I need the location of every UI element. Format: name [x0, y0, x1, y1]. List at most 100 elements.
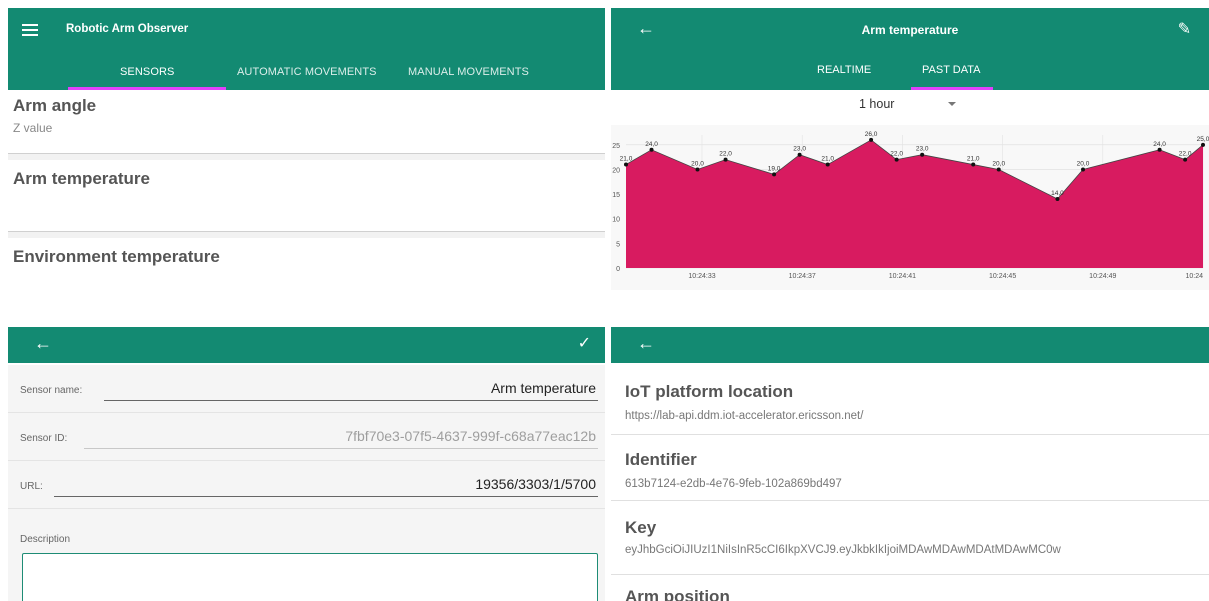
- caret-down-icon[interactable]: [948, 102, 956, 106]
- temperature-chart: 0 5 10 15 20 25 10:24:33 10:24:37 10:24:41 10:24:…: [611, 125, 1209, 290]
- x-tick-label: 10:24:37: [789, 273, 816, 280]
- sensor-name: Environment temperature: [13, 247, 220, 266]
- data-point: [723, 157, 728, 162]
- data-label: 23,0: [793, 146, 806, 153]
- setting-value: eyJhbGciOiJIUzI1NiIsInR5cCI6IkpXVCJ9.eyJ…: [625, 544, 1061, 556]
- data-point: [1081, 167, 1086, 172]
- form-row-url: URL: 19356/3303/1/5700: [8, 461, 605, 509]
- data-label: 20,0: [691, 160, 704, 167]
- data-label: 20,0: [1077, 160, 1090, 167]
- page-title: Arm temperature: [861, 23, 959, 37]
- data-point: [996, 167, 1001, 172]
- settings-screen: ← IoT platform location https://lab-api.…: [611, 327, 1209, 601]
- sensor-name-field[interactable]: Arm temperature: [104, 377, 598, 401]
- field-label: Sensor ID:: [20, 433, 68, 444]
- x-tick-label: 10:24:45: [989, 273, 1016, 280]
- app-bar: Robotic Arm Observer SENSORS AUTOMATIC M…: [8, 8, 605, 90]
- tab-past-data[interactable]: PAST DATA: [922, 64, 980, 76]
- edit-sensor-screen: ← ✓ Sensor name: Arm temperature Sensor …: [0, 327, 605, 601]
- data-label: 26,0: [865, 131, 878, 138]
- app-bar: ←: [611, 327, 1209, 363]
- y-tick-label: 25: [612, 143, 620, 150]
- data-point: [797, 152, 802, 157]
- menu-icon[interactable]: [22, 24, 38, 38]
- setting-item-key[interactable]: Key eyJhbGciOiJIUzI1NiIsInR5cCI6IkpXVCJ9…: [611, 501, 1209, 575]
- list-item-arm-angle[interactable]: Arm angle Z value: [8, 90, 605, 154]
- list-item-environment-temperature[interactable]: Environment temperature: [8, 232, 605, 290]
- setting-item-identifier[interactable]: Identifier 613b7124-e2db-4e76-9feb-102a8…: [611, 435, 1209, 501]
- y-tick-label: 20: [612, 167, 620, 174]
- data-point: [1201, 142, 1205, 147]
- x-tick-label: 10:24: [1185, 273, 1203, 280]
- data-label: 19,0: [768, 165, 781, 172]
- sensor-detail-screen: ← Arm temperature ✎ REALTIME PAST DATA 1…: [611, 0, 1209, 290]
- data-label: 24,0: [645, 141, 658, 148]
- sensor-name: Arm angle: [13, 96, 97, 115]
- data-label: 22,0: [1179, 151, 1192, 158]
- data-label: 22,0: [890, 151, 903, 158]
- y-tick-label: 0: [616, 266, 620, 273]
- description-label: Description: [20, 534, 71, 545]
- data-label: 14,0: [1051, 190, 1064, 197]
- data-label: 25,0: [1197, 136, 1209, 143]
- y-tick-label: 5: [616, 241, 620, 248]
- setting-title: Identifier: [625, 450, 697, 469]
- pencil-icon[interactable]: ✎: [1178, 19, 1191, 39]
- arrow-left-icon[interactable]: ←: [34, 333, 52, 354]
- url-field[interactable]: 19356/3303/1/5700: [54, 473, 598, 497]
- sensors-screen: Robotic Arm Observer SENSORS AUTOMATIC M…: [0, 0, 605, 290]
- field-label: Sensor name:: [20, 385, 83, 396]
- data-point: [1183, 157, 1188, 162]
- app-bar: ← ✓: [8, 327, 605, 363]
- range-select[interactable]: 1 hour: [859, 97, 894, 111]
- setting-value: https://lab-api.ddm.iot-accelerator.eric…: [625, 410, 864, 422]
- data-label: 22,0: [719, 151, 732, 158]
- tab-realtime[interactable]: REALTIME: [817, 64, 871, 76]
- x-tick-label: 10:24:49: [1089, 273, 1116, 280]
- list-item-arm-temperature[interactable]: Arm temperature: [8, 154, 605, 232]
- description-field[interactable]: [22, 553, 598, 601]
- data-point: [869, 137, 874, 142]
- x-tick-label: 10:24:41: [889, 273, 916, 280]
- data-point: [772, 172, 777, 177]
- data-label: 24,0: [1153, 141, 1166, 148]
- sensor-list: Arm angle Z value Arm temperature Enviro…: [8, 90, 605, 290]
- field-label: URL:: [20, 481, 43, 492]
- y-tick-label: 10: [612, 217, 620, 224]
- data-point: [825, 162, 830, 167]
- data-point: [624, 162, 628, 167]
- data-label: 21,0: [821, 156, 834, 163]
- setting-title: Arm position: [625, 587, 730, 601]
- sensor-id-field: 7fbf70e3-07f5-4637-999f-c68a77eac12b: [84, 425, 598, 449]
- data-point: [920, 152, 925, 157]
- setting-title: IoT platform location: [625, 382, 794, 401]
- data-label: 21,0: [620, 156, 633, 163]
- form-row-sensor-name: Sensor name: Arm temperature: [8, 365, 605, 413]
- data-point: [1157, 147, 1162, 152]
- data-point: [1055, 197, 1060, 202]
- form-row-sensor-id: Sensor ID: 7fbf70e3-07f5-4637-999f-c68a7…: [8, 413, 605, 461]
- active-tab-indicator: [911, 87, 993, 90]
- setting-item-iot-platform[interactable]: IoT platform location https://lab-api.dd…: [611, 363, 1209, 435]
- tab-automatic-movements[interactable]: AUTOMATIC MOVEMENTS: [237, 66, 377, 78]
- data-label: 21,0: [967, 156, 980, 163]
- app-bar: ← Arm temperature ✎ REALTIME PAST DATA: [611, 8, 1209, 90]
- arrow-left-icon[interactable]: ←: [637, 333, 655, 354]
- setting-value: 613b7124-e2db-4e76-9feb-102a869bd497: [625, 478, 842, 490]
- tab-manual-movements[interactable]: MANUAL MOVEMENTS: [408, 66, 529, 78]
- check-icon[interactable]: ✓: [578, 333, 591, 353]
- tab-bar: SENSORS AUTOMATIC MOVEMENTS MANUAL MOVEM…: [8, 56, 605, 90]
- data-point: [894, 157, 899, 162]
- data-point: [695, 167, 700, 172]
- setting-item-arm-position[interactable]: Arm position: [611, 575, 1209, 601]
- data-point: [971, 162, 976, 167]
- data-point: [649, 147, 654, 152]
- y-tick-label: 15: [612, 192, 620, 199]
- sensor-name: Arm temperature: [13, 169, 150, 188]
- x-tick-label: 10:24:33: [688, 273, 715, 280]
- setting-title: Key: [625, 518, 657, 537]
- tab-sensors[interactable]: SENSORS: [120, 66, 175, 78]
- app-title: Robotic Arm Observer: [66, 23, 189, 35]
- data-label: 23,0: [916, 146, 929, 153]
- sensor-subtitle: Z value: [13, 121, 53, 135]
